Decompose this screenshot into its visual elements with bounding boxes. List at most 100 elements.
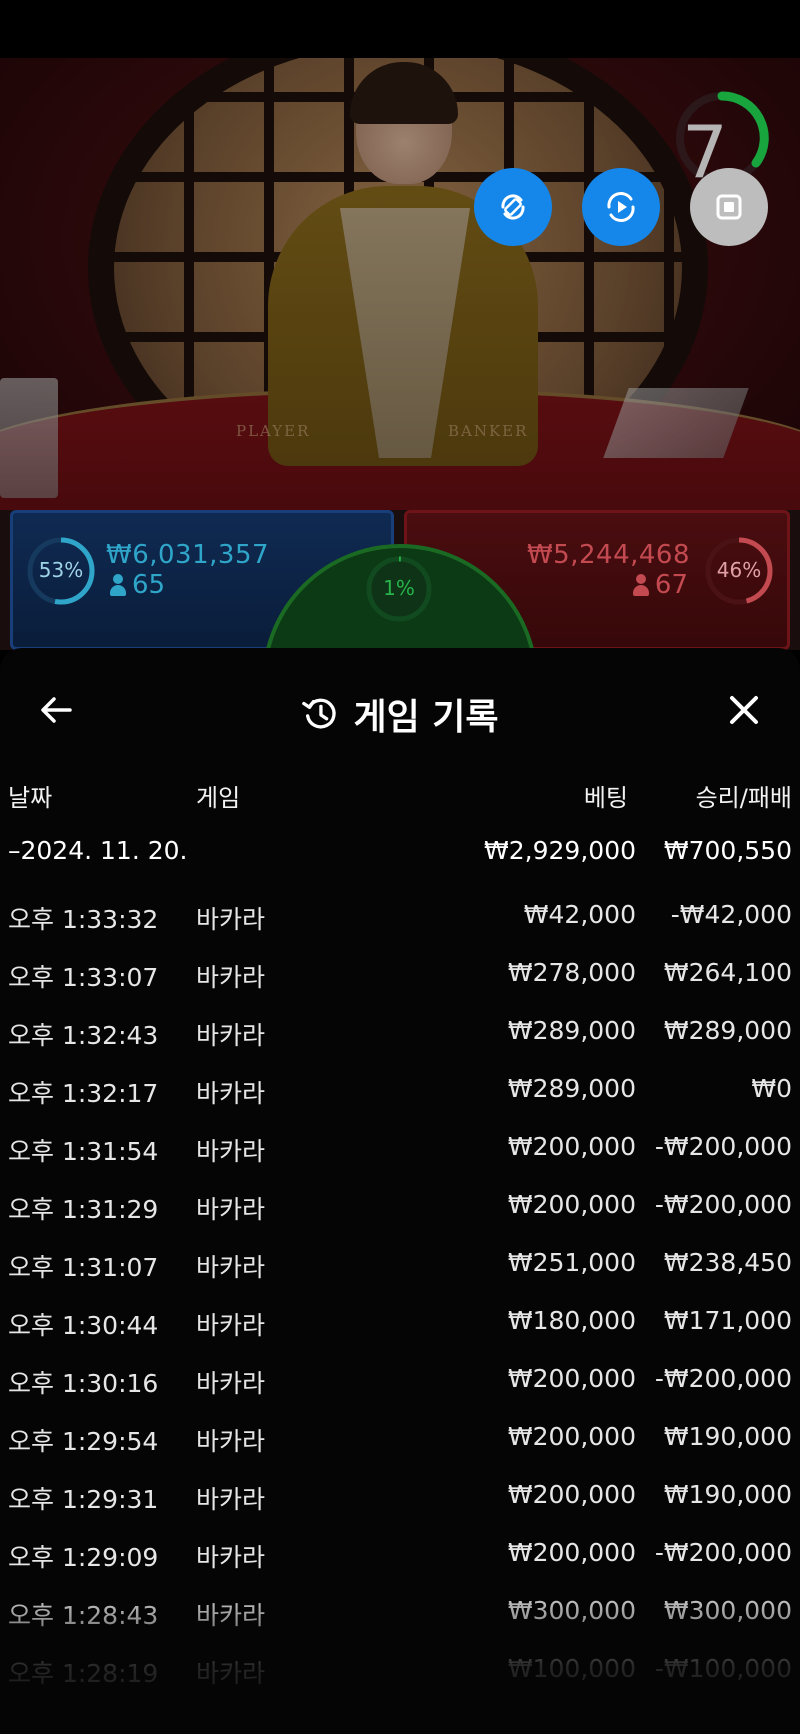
row-game: 바카라 [196,963,266,992]
row-result: -₩100,000 [654,1654,792,1683]
row-bet: ₩42,000 [523,900,636,929]
player-bettors: 65 [132,570,166,600]
row-time: 오후 1:29:31 [8,1485,159,1514]
table-row[interactable]: 오후 1:32:43 바카라 ₩289,000 ₩289,000 [0,1002,800,1060]
row-time: 오후 1:30:16 [8,1369,159,1398]
column-header-date: 날짜 [8,784,53,812]
row-time: 오후 1:31:29 [8,1195,159,1224]
person-icon [632,574,649,596]
column-header-bet: 베팅 [583,784,628,812]
table-row[interactable]: 오후 1:28:19 바카라 ₩100,000 -₩100,000 [0,1640,800,1698]
row-bet: ₩200,000 [507,1190,636,1219]
date-group-row[interactable]: –2024. 11. 20. ₩2,929,000 ₩700,550 [0,824,800,886]
rotate-screen-icon [501,194,525,220]
table-row[interactable]: 오후 1:33:32 바카라 ₩42,000 -₩42,000 [0,886,800,944]
game-history-sheet: 게임 기록 날짜 게임 베팅 승리/패배 –2024. 11. 20. ₩2,9… [0,648,800,1734]
row-bet: ₩300,000 [507,1596,636,1625]
row-bet: ₩251,000 [507,1248,636,1277]
row-bet: ₩289,000 [507,1074,636,1103]
sheet-title: 게임 기록 [0,688,800,740]
table-row[interactable]: 오후 1:33:07 바카라 ₩278,000 ₩264,100 [0,944,800,1002]
banker-bettor-count: 67 [632,570,688,600]
stop-button[interactable] [690,168,768,246]
row-bet: ₩200,000 [507,1422,636,1451]
row-game: 바카라 [196,1427,266,1456]
table-row[interactable]: 오후 1:30:16 바카라 ₩200,000 -₩200,000 [0,1350,800,1408]
page-title: 게임 기록 [353,697,499,738]
row-bet: ₩200,000 [507,1132,636,1161]
row-time: 오후 1:31:07 [8,1253,159,1282]
row-game: 바카라 [196,1021,266,1050]
table-row[interactable]: 오후 1:29:54 바카라 ₩200,000 ₩190,000 [0,1408,800,1466]
banker-percent: 46% [716,558,762,582]
column-header-result: 승리/패배 [695,784,792,812]
history-clock-icon [302,698,337,729]
close-icon[interactable] [724,690,764,730]
row-result: ₩300,000 [663,1596,792,1625]
table-row[interactable]: 오후 1:29:09 바카라 ₩200,000 -₩200,000 [0,1524,800,1582]
row-game: 바카라 [196,1079,266,1108]
row-result: ₩238,450 [663,1248,792,1277]
row-game: 바카라 [196,1311,266,1340]
row-time: 오후 1:32:43 [8,1021,159,1050]
table-row[interactable]: 오후 1:29:31 바카라 ₩200,000 ₩190,000 [0,1466,800,1524]
player-total-amount: ₩6,031,357 [106,540,270,570]
row-game: 바카라 [196,1195,266,1224]
row-game: 바카라 [196,905,266,934]
date-group-result-total: ₩700,550 [663,836,792,865]
table-row[interactable]: 오후 1:30:44 바카라 ₩180,000 ₩171,000 [0,1292,800,1350]
row-time: 오후 1:29:54 [8,1427,159,1456]
row-time: 오후 1:29:09 [8,1543,159,1572]
row-time: 오후 1:33:07 [8,963,159,992]
bet-stats-bar: 53% ₩6,031,357 65 1% ₩5,244,468 67 46% [0,510,800,650]
row-result: ₩289,000 [663,1016,792,1045]
row-bet: ₩200,000 [507,1480,636,1509]
rotate-screen-button[interactable] [474,168,552,246]
player-bettor-count: 65 [110,570,165,600]
row-result: ₩0 [751,1074,792,1103]
table-row[interactable]: 오후 1:32:17 바카라 ₩289,000 ₩0 [0,1060,800,1118]
row-game: 바카라 [196,1543,266,1572]
row-bet: ₩180,000 [507,1306,636,1335]
row-time: 오후 1:28:19 [8,1659,159,1688]
row-result: -₩42,000 [670,900,792,929]
row-game: 바카라 [196,1485,266,1514]
row-bet: ₩200,000 [507,1364,636,1393]
video-refresh-button[interactable] [582,168,660,246]
row-game: 바카라 [196,1659,266,1688]
player-percent: 53% [38,558,84,582]
row-game: 바카라 [196,1601,266,1630]
date-group-label: –2024. 11. 20. [8,836,188,865]
row-game: 바카라 [196,1137,266,1166]
row-bet: ₩278,000 [507,958,636,987]
row-bet: ₩200,000 [507,1538,636,1567]
video-refresh-icon [607,192,635,222]
banker-bettors: 67 [654,570,688,600]
row-bet: ₩100,000 [507,1654,636,1683]
row-time: 오후 1:28:43 [8,1601,159,1630]
row-result: ₩264,100 [663,958,792,987]
row-game: 바카라 [196,1253,266,1282]
tie-percent: 1% [383,576,415,600]
row-result: -₩200,000 [654,1190,792,1219]
date-group-bet-total: ₩2,929,000 [484,836,636,865]
row-time: 오후 1:30:44 [8,1311,159,1340]
history-table: –2024. 11. 20. ₩2,929,000 ₩700,550 오후 1:… [0,824,800,1698]
stop-icon [716,194,742,220]
table-row[interactable]: 오후 1:28:43 바카라 ₩300,000 ₩300,000 [0,1582,800,1640]
row-result: ₩190,000 [663,1422,792,1451]
row-result: -₩200,000 [654,1132,792,1161]
person-icon [110,574,126,596]
row-result: ₩171,000 [663,1306,792,1335]
row-game: 바카라 [196,1369,266,1398]
row-time: 오후 1:31:54 [8,1137,159,1166]
row-result: -₩200,000 [654,1538,792,1567]
table-row[interactable]: 오후 1:31:54 바카라 ₩200,000 -₩200,000 [0,1118,800,1176]
row-time: 오후 1:33:32 [8,905,159,934]
row-bet: ₩289,000 [507,1016,636,1045]
table-row[interactable]: 오후 1:31:29 바카라 ₩200,000 -₩200,000 [0,1176,800,1234]
table-row[interactable]: 오후 1:31:07 바카라 ₩251,000 ₩238,450 [0,1234,800,1292]
column-header-game: 게임 [196,784,241,812]
row-result: -₩200,000 [654,1364,792,1393]
row-result: ₩190,000 [663,1480,792,1509]
